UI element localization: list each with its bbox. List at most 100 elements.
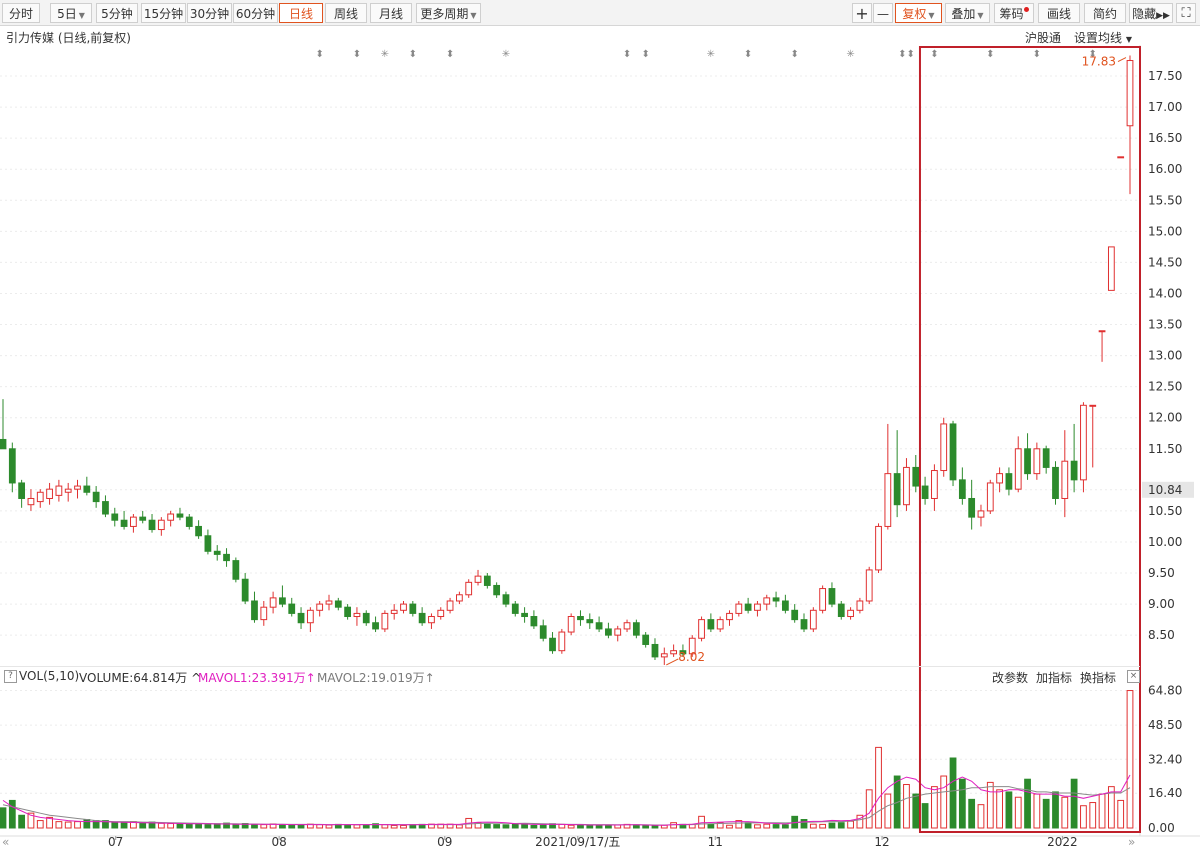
help-icon[interactable]: ? [4, 670, 17, 683]
event-marker[interactable]: ⬍ [623, 49, 631, 60]
volume-bar-up [1080, 805, 1087, 829]
x-tick-label: 11 [708, 835, 723, 849]
period-60min-button[interactable]: 60分钟 [233, 3, 278, 23]
overlay-button[interactable]: 叠加 ▼ [945, 3, 990, 23]
period-15min-button[interactable]: 15分钟 [141, 3, 186, 23]
event-marker[interactable]: ⬍ [986, 49, 994, 60]
event-marker[interactable]: ⬍ [315, 49, 323, 60]
candle-up [306, 609, 314, 624]
volume-bar-up [474, 822, 482, 829]
candle-down [1042, 448, 1050, 468]
zoom-in-button[interactable]: + [852, 3, 872, 23]
mavol1-value: MAVOL1:23.391万↑ [198, 671, 316, 685]
close-icon[interactable]: × [1127, 670, 1140, 683]
volume-bar-down [781, 824, 789, 829]
fullscreen-icon[interactable]: ⛶ [1176, 3, 1196, 23]
event-marker[interactable]: ⬍ [446, 49, 454, 60]
event-marker[interactable]: ✳ [381, 49, 389, 60]
add-indicator-button[interactable]: 加指标 [1036, 669, 1072, 686]
candle-down [111, 513, 119, 521]
candle-down [418, 612, 426, 624]
volume-bar-down [120, 822, 128, 829]
event-marker[interactable]: ⬍ [1089, 49, 1097, 60]
candle-up [325, 600, 333, 605]
volume-bar-up [46, 816, 53, 829]
stock-chart: ⬍ ⬍ ✳ ⬍ ⬍ ✳ ⬍ ⬍ ✳ ⬍ ⬍ ✳ ⬍⬍ ⬍ ⬍ ⬍ ⬍ 8.509.009.5010.0010.5… [0, 45, 1200, 849]
candlestick-series [0, 55, 1134, 665]
candle-up [1126, 60, 1134, 127]
event-marker[interactable]: ⬍ [744, 49, 752, 60]
scroll-left-icon[interactable]: « [2, 835, 9, 849]
scroll-right-icon[interactable]: » [1128, 835, 1135, 849]
hgt-link[interactable]: 沪股通 [1025, 29, 1061, 46]
price-tick-label: 13.50 [1148, 318, 1182, 332]
period-monthly-button[interactable]: 月线 [370, 3, 412, 23]
candle-down [288, 603, 296, 614]
simple-mode-button[interactable]: 简约 [1084, 3, 1126, 23]
event-marker[interactable]: ✳ [502, 49, 510, 60]
switch-indicator-button[interactable]: 换指标 [1080, 669, 1116, 686]
price-tick-label: 11.50 [1148, 442, 1182, 456]
chevron-down-icon: ▼ [928, 11, 935, 20]
chips-button[interactable]: 筹码 [994, 3, 1034, 23]
event-marker[interactable]: ⬍ [790, 49, 798, 60]
candle-up [763, 597, 771, 605]
period-30min-button[interactable]: 30分钟 [187, 3, 232, 23]
hide-button[interactable]: 隐藏▶▶ [1129, 3, 1173, 23]
volume-bar-up [55, 821, 63, 829]
event-marker[interactable]: ✳ [846, 49, 854, 60]
period-5min-button[interactable]: 5分钟 [96, 3, 138, 23]
event-marker[interactable]: ⬍ [641, 49, 649, 60]
volume-bar-up [36, 820, 44, 829]
more-periods-button[interactable]: 更多周期 ▼ [416, 3, 481, 23]
draw-line-button[interactable]: 画线 [1038, 3, 1080, 23]
candle-up [55, 485, 63, 496]
event-marker[interactable]: ⬍ [1033, 49, 1041, 60]
event-marker[interactable]: ⬍ [409, 49, 417, 60]
candle-down [251, 600, 258, 621]
candle-up [940, 423, 948, 472]
volume-bar-down [502, 824, 510, 829]
event-marker[interactable]: ✳ [707, 49, 715, 60]
volume-bar-up [1033, 793, 1041, 829]
event-marker[interactable]: ⬍ [353, 49, 361, 60]
volume-bar-up [260, 824, 268, 829]
current-price-tag [1142, 481, 1194, 498]
volume-bar-down [595, 824, 603, 829]
candle-down [148, 519, 156, 531]
candle-down [8, 448, 16, 484]
candle-up [1107, 246, 1115, 291]
volume-bar-down [586, 824, 594, 829]
price-tick-label: 8.50 [1148, 628, 1175, 642]
volume-bar-down [1070, 778, 1078, 829]
adjust-rights-button[interactable]: 复权 ▼ [895, 3, 942, 23]
candle-up [567, 616, 575, 633]
candle-down [334, 600, 342, 608]
current-price-label: 10.84 [1148, 483, 1182, 497]
candle-up [316, 603, 324, 611]
period-5day-button[interactable]: 5日 ▼ [50, 3, 92, 23]
candle-down [120, 519, 128, 527]
candle-down [912, 466, 920, 487]
chevron-down-icon: ▼ [78, 11, 85, 20]
candle-down [297, 612, 305, 624]
volume-bar-down [530, 824, 538, 829]
change-params-button[interactable]: 改参数 [992, 669, 1028, 686]
volume-bar-up [726, 824, 733, 829]
candle-up [931, 470, 938, 499]
ma-settings-dropdown[interactable]: 设置均线 ▼ [1074, 29, 1132, 46]
period-weekly-button[interactable]: 周线 [325, 3, 367, 23]
period-daily-button[interactable]: 日线 [279, 3, 323, 23]
candle-up [36, 491, 44, 503]
zoom-out-button[interactable]: — [873, 3, 893, 23]
candle-up [819, 588, 827, 611]
candle-down [949, 423, 957, 481]
event-marker[interactable]: ⬍⬍ [898, 49, 915, 60]
candle-up [856, 600, 864, 611]
candle-down [83, 485, 91, 493]
event-marker[interactable]: ⬍ [930, 49, 938, 60]
volume-bar-down [83, 819, 91, 829]
volume-bar-up [884, 793, 892, 829]
price-tick-label: 16.00 [1148, 162, 1182, 176]
period-intraday-button[interactable]: 分时 [2, 3, 40, 23]
